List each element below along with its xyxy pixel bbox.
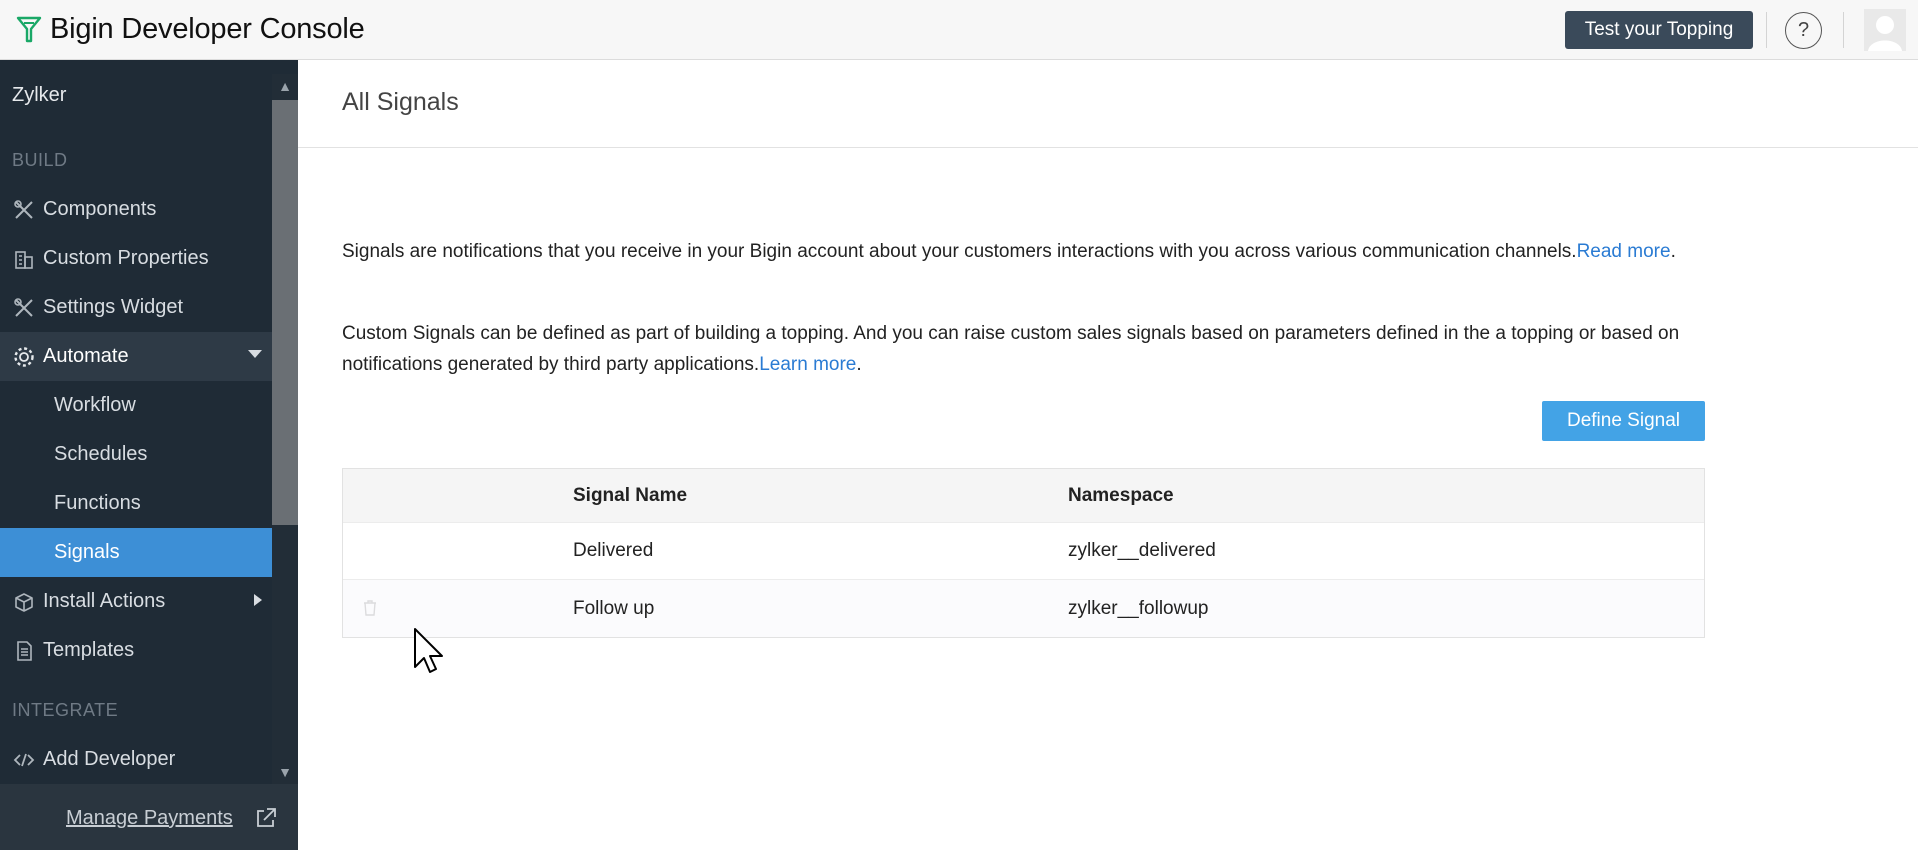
test-topping-button[interactable]: Test your Topping [1565,11,1753,49]
tools-icon [12,296,36,320]
sidebar-item-workflow[interactable]: Workflow [0,381,272,430]
description-tail: . [856,354,862,375]
header-divider [1843,12,1844,48]
sidebar-item-label: Add Developer [43,748,176,770]
sidebar-item-label: Automate [43,345,129,367]
column-header-signal-name: Signal Name [573,484,688,506]
sidebar-item-label: Install Actions [43,590,166,612]
section-build: BUILD [12,150,68,170]
signals-table: Signal Name Namespace Delivered zylker__… [342,468,1705,638]
external-link-icon[interactable] [254,806,278,830]
page-title: All Signals [342,88,459,116]
sidebar-footer: Manage Payments [0,784,298,850]
app-title: Bigin Developer Console [50,13,365,45]
sidebar-item-label: Templates [43,639,135,661]
help-icon: ? [1797,19,1810,41]
sidebar-item-label: Settings Widget [43,296,184,318]
table-row[interactable]: Follow up zylker__followup [343,580,1704,637]
user-silhouette-icon [1864,9,1906,51]
table-header-row: Signal Name Namespace [343,469,1704,523]
sidebar-nav: Zylker BUILD Components Custom Propertie… [0,74,272,784]
sidebar-item-schedules[interactable]: Schedules [0,430,272,479]
avatar[interactable] [1864,9,1906,51]
table-row[interactable]: Delivered zylker__delivered [343,523,1704,580]
signal-name-cell: Delivered [573,540,654,561]
sidebar-scrollbar-thumb[interactable] [272,100,298,525]
code-icon [12,748,36,772]
bigin-logo-icon [16,16,42,43]
sidebar-item-label: Workflow [54,394,136,416]
description-text: Custom Signals can be defined as part of… [342,323,1680,375]
sidebar: ▲ ▼ Zylker BUILD Components Custom Prope… [0,60,298,850]
help-button[interactable]: ? [1785,12,1822,49]
scroll-down-icon[interactable]: ▼ [275,762,295,782]
chevron-down-icon [248,350,262,358]
document-icon [12,639,36,663]
description-text: Signals are notifications that you recei… [342,241,1577,262]
sidebar-item-label: Schedules [54,443,148,465]
tools-icon [12,198,36,222]
sidebar-item-label: Components [43,198,157,220]
sidebar-item-custom-properties[interactable]: Custom Properties [0,234,272,283]
sidebar-item-label: Functions [54,492,141,514]
sidebar-item-label: Custom Properties [43,247,209,269]
signal-name-cell: Follow up [573,597,655,619]
column-header-namespace: Namespace [1068,484,1174,506]
delete-icon[interactable] [363,600,377,616]
sidebar-item-install-actions[interactable]: Install Actions [0,577,272,626]
sidebar-item-add-developer[interactable]: Add Developer [0,735,272,784]
learn-more-link[interactable]: Learn more [759,354,856,375]
page-header: All Signals [298,60,1918,148]
sidebar-item-signals[interactable]: Signals [0,528,272,577]
mouse-cursor-icon [414,628,443,673]
box-icon [12,590,36,614]
read-more-link[interactable]: Read more [1577,241,1671,262]
sidebar-item-automate[interactable]: Automate [0,332,272,381]
top-bar: Bigin Developer Console Test your Toppin… [0,0,1918,60]
sidebar-item-label: Signals [54,541,120,563]
chevron-right-icon [254,594,262,606]
header-divider [1766,12,1767,48]
signals-description: Signals are notifications that you recei… [342,236,1722,267]
org-name[interactable]: Zylker [12,84,66,107]
sidebar-item-settings-widget[interactable]: Settings Widget [0,283,272,332]
building-icon [12,247,36,271]
custom-signals-description: Custom Signals can be defined as part of… [342,318,1722,380]
define-signal-button[interactable]: Define Signal [1542,401,1705,441]
namespace-cell: zylker__followup [1068,597,1209,619]
scroll-up-icon[interactable]: ▲ [275,76,295,96]
manage-payments-link[interactable]: Manage Payments [66,807,233,830]
namespace-cell: zylker__delivered [1068,540,1216,561]
description-tail: . [1670,241,1676,262]
gear-icon [12,345,36,369]
section-integrate: INTEGRATE [12,700,119,720]
sidebar-item-components[interactable]: Components [0,185,272,234]
sidebar-item-templates[interactable]: Templates [0,626,272,675]
sidebar-item-functions[interactable]: Functions [0,479,272,528]
